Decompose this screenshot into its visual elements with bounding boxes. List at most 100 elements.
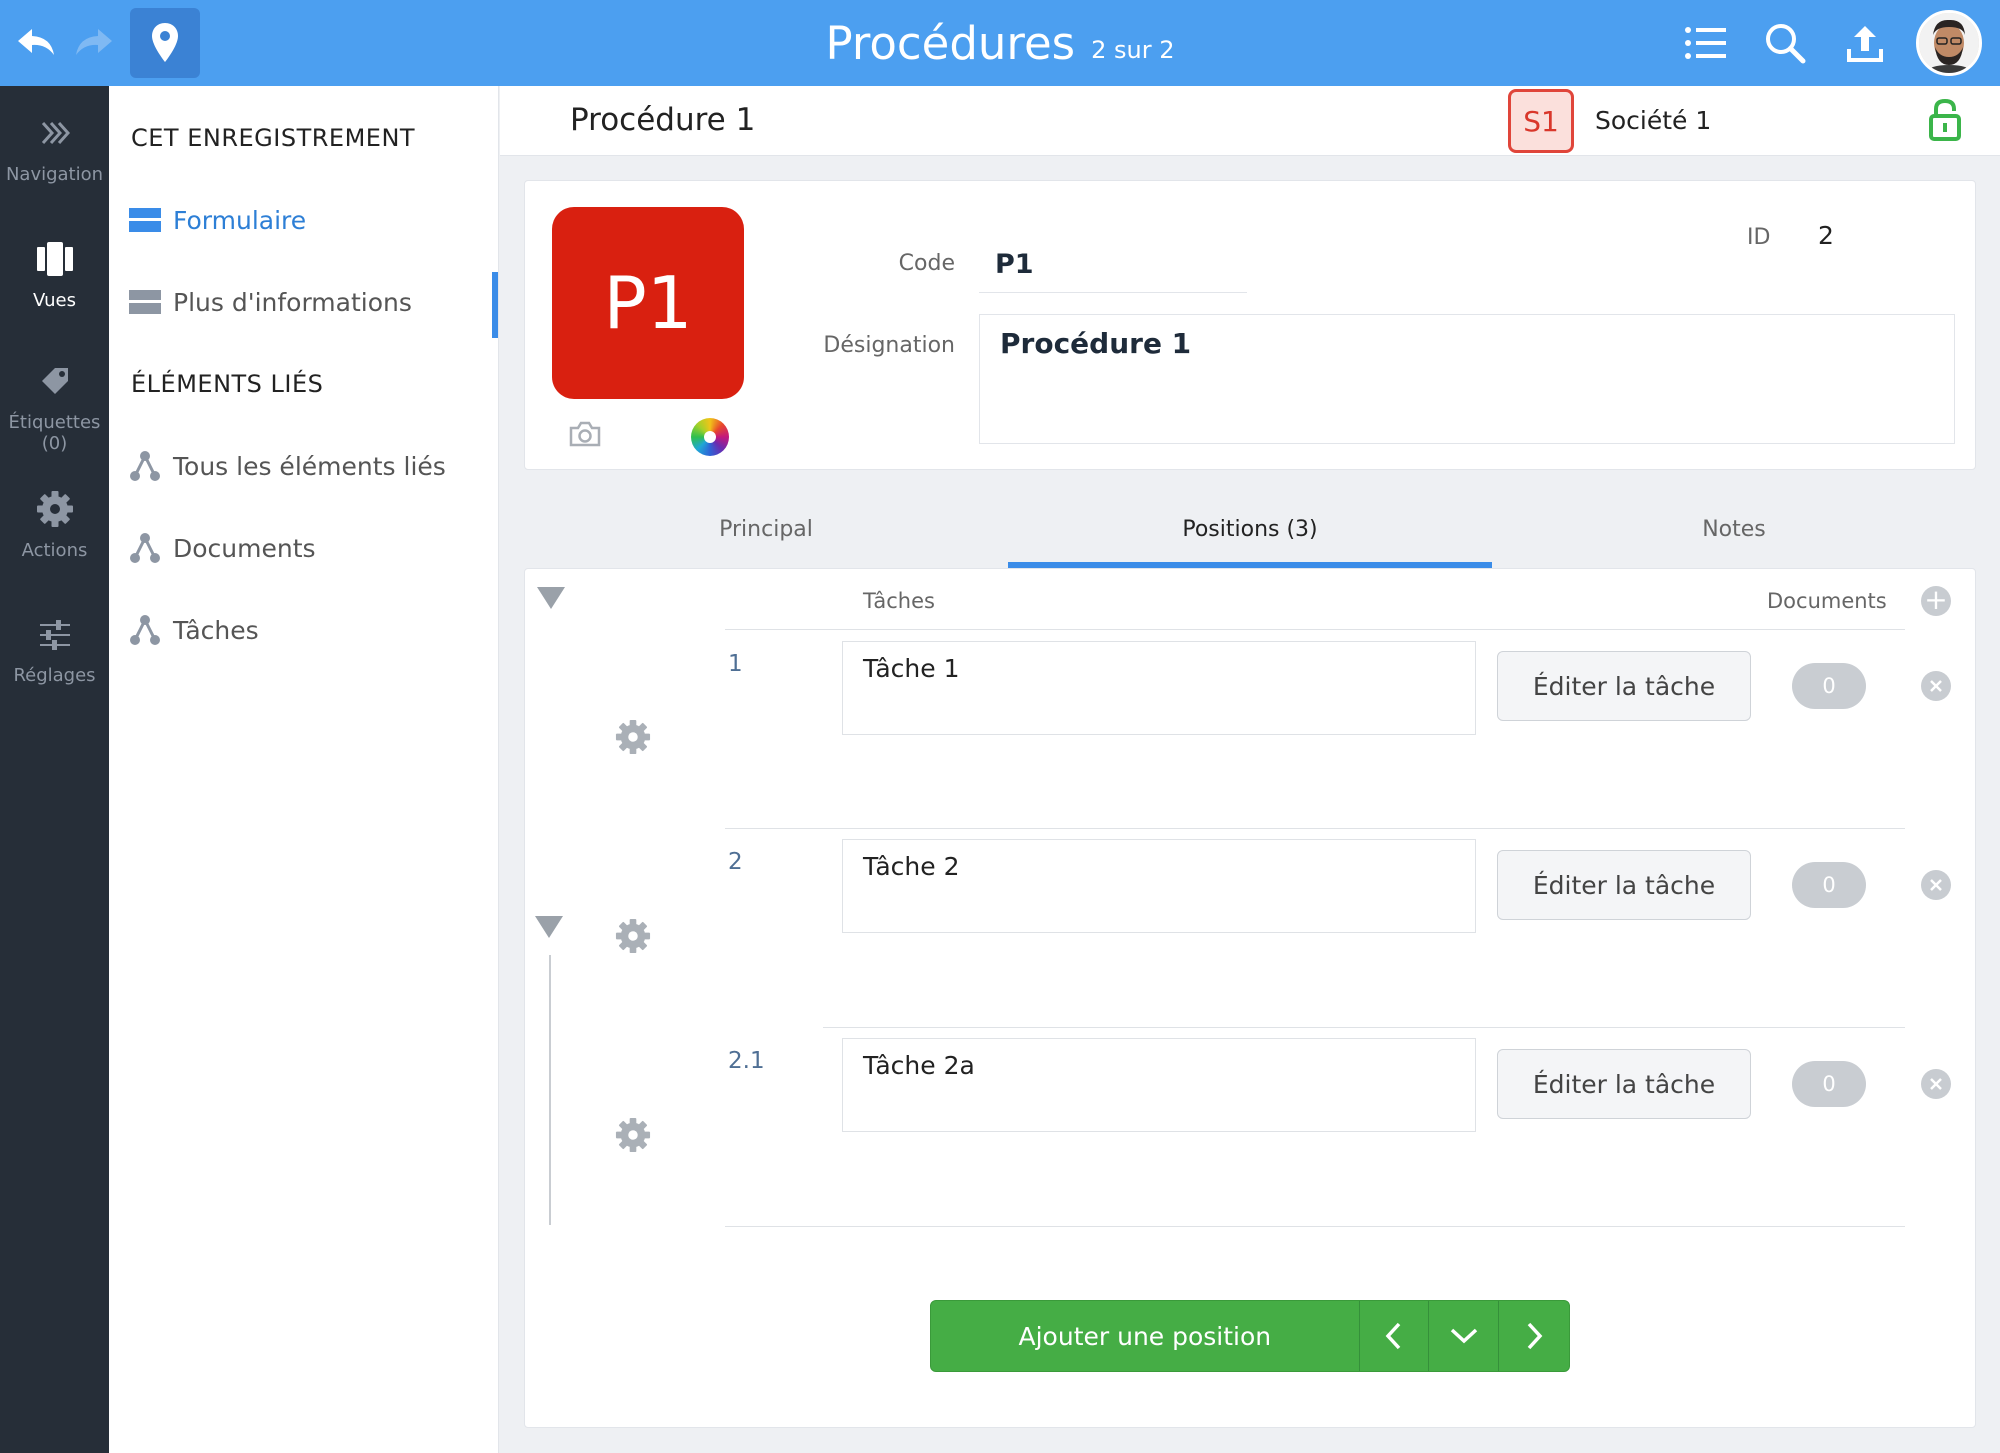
- code-label: Code: [898, 251, 955, 276]
- company-badge[interactable]: S1: [1508, 89, 1574, 153]
- redo-icon: [76, 29, 112, 55]
- rail-actions[interactable]: Actions: [0, 486, 109, 561]
- gear-icon: [36, 491, 73, 527]
- camera-icon: [569, 421, 601, 447]
- task-field[interactable]: Tâche 2a: [842, 1038, 1476, 1132]
- active-indicator: [492, 272, 498, 338]
- rail-actions-label: Actions: [21, 540, 88, 561]
- rail-tags[interactable]: Étiquettes (0): [0, 358, 109, 454]
- upload-button[interactable]: [1840, 20, 1890, 66]
- company-name[interactable]: Société 1: [1595, 106, 1711, 135]
- map-pin-icon: [152, 23, 178, 62]
- sidebar-item-label: Plus d'informations: [173, 287, 412, 317]
- close-icon: [1930, 680, 1942, 692]
- lock-button[interactable]: [1928, 98, 1962, 146]
- tab-bar: Principal Positions (3) Notes: [524, 490, 1976, 568]
- record-tile[interactable]: P1: [552, 207, 744, 399]
- list-icon: [1685, 27, 1726, 59]
- sidebar-item-documents[interactable]: Documents: [129, 526, 316, 570]
- app-title: Procédures: [825, 16, 1076, 70]
- record-section-heading: CET ENREGISTREMENT: [131, 124, 416, 152]
- add-row-button[interactable]: +: [1921, 586, 1951, 616]
- rail-tags-label: Étiquettes: [8, 412, 101, 433]
- top-bar: Procédures 2 sur 2: [0, 0, 2000, 86]
- row-divider: [725, 629, 1905, 630]
- next-button[interactable]: [1499, 1301, 1569, 1371]
- rail-navigation-label: Navigation: [5, 164, 104, 185]
- document-count-badge[interactable]: 0: [1792, 663, 1866, 709]
- location-button[interactable]: [130, 8, 200, 78]
- chevron-left-icon: [1385, 1322, 1401, 1350]
- collapse-toggle[interactable]: [535, 916, 563, 938]
- list-button[interactable]: [1680, 20, 1732, 66]
- side-panel: CET ENREGISTREMENT Formulaire Plus d'inf…: [109, 86, 499, 1453]
- redo-button[interactable]: [68, 18, 120, 68]
- undo-button[interactable]: [10, 18, 62, 68]
- designation-field[interactable]: Procédure 1: [979, 314, 1955, 444]
- linked-icon: [129, 451, 161, 481]
- position-number: 1: [728, 651, 743, 677]
- gear-icon[interactable]: [615, 918, 651, 954]
- linked-icon: [129, 615, 161, 645]
- delete-row-button[interactable]: [1921, 870, 1951, 900]
- sidebar-item-label: Formulaire: [173, 205, 307, 235]
- documents-column-header: Documents: [1767, 589, 1887, 613]
- search-button[interactable]: [1760, 20, 1810, 66]
- id-value: 2: [1818, 221, 1834, 250]
- task-field[interactable]: Tâche 2: [842, 839, 1476, 933]
- gear-icon[interactable]: [615, 1117, 651, 1153]
- row-divider: [823, 1027, 1905, 1028]
- tab-notes[interactable]: Notes: [1492, 490, 1976, 568]
- user-avatar[interactable]: [1916, 10, 1982, 76]
- document-count-badge[interactable]: 0: [1792, 1061, 1866, 1107]
- views-icon: [36, 242, 73, 276]
- rail-views[interactable]: Vues: [0, 236, 109, 311]
- upload-icon: [1847, 26, 1883, 62]
- edit-task-button[interactable]: Éditer la tâche: [1497, 651, 1751, 721]
- form-card: P1 Code P1 Désignation Procédure 1 ID 2: [524, 180, 1976, 470]
- document-count-badge[interactable]: 0: [1792, 862, 1866, 908]
- sidebar-item-label: Tâches: [173, 615, 259, 645]
- tree-connector: [549, 955, 551, 1225]
- designation-label: Désignation: [823, 333, 955, 358]
- sidebar-item-tasks[interactable]: Tâches: [129, 608, 259, 652]
- rail-settings[interactable]: Réglages: [0, 611, 109, 686]
- side-rail: Navigation Vues Étiquettes (0) Actions R…: [0, 86, 109, 1453]
- chevron-down-icon: [1450, 1328, 1478, 1344]
- sidebar-item-label: Documents: [173, 533, 316, 563]
- search-icon: [1766, 24, 1806, 64]
- row-divider: [725, 1226, 1905, 1227]
- code-field[interactable]: P1: [979, 247, 1247, 293]
- previous-button[interactable]: [1360, 1301, 1430, 1371]
- tasks-column-header: Tâches: [863, 589, 935, 613]
- tab-positions[interactable]: Positions (3): [1008, 490, 1492, 568]
- chevrons-right-icon: [41, 121, 70, 145]
- sidebar-item-more-info[interactable]: Plus d'informations: [129, 280, 412, 324]
- record-counter: 2 sur 2: [1091, 36, 1175, 64]
- close-icon: [1930, 879, 1942, 891]
- row-divider: [725, 828, 1905, 829]
- tab-principal[interactable]: Principal: [524, 490, 1008, 568]
- edit-task-button[interactable]: Éditer la tâche: [1497, 850, 1751, 920]
- close-icon: [1930, 1078, 1942, 1090]
- sidebar-item-formulaire[interactable]: Formulaire: [129, 198, 306, 242]
- rail-navigation[interactable]: Navigation: [0, 110, 109, 185]
- undo-icon: [18, 29, 54, 55]
- color-picker-icon[interactable]: [691, 418, 729, 456]
- chevron-right-icon: [1527, 1322, 1543, 1350]
- position-number: 2: [728, 849, 743, 875]
- move-down-button[interactable]: [1429, 1301, 1500, 1371]
- task-field[interactable]: Tâche 1: [842, 641, 1476, 735]
- collapse-all-toggle[interactable]: [537, 587, 565, 609]
- delete-row-button[interactable]: [1921, 671, 1951, 701]
- add-position-button[interactable]: Ajouter une position: [931, 1301, 1360, 1371]
- gear-icon[interactable]: [615, 719, 651, 755]
- linked-section-heading: ÉLÉMENTS LIÉS: [131, 370, 324, 398]
- delete-row-button[interactable]: [1921, 1069, 1951, 1099]
- camera-button[interactable]: [569, 421, 601, 451]
- sliders-icon: [39, 620, 70, 650]
- sidebar-item-all-linked[interactable]: Tous les éléments liés: [129, 444, 446, 488]
- position-number: 2.1: [728, 1048, 765, 1074]
- record-header: Procédure 1 S1 Société 1: [500, 86, 2000, 156]
- edit-task-button[interactable]: Éditer la tâche: [1497, 1049, 1751, 1119]
